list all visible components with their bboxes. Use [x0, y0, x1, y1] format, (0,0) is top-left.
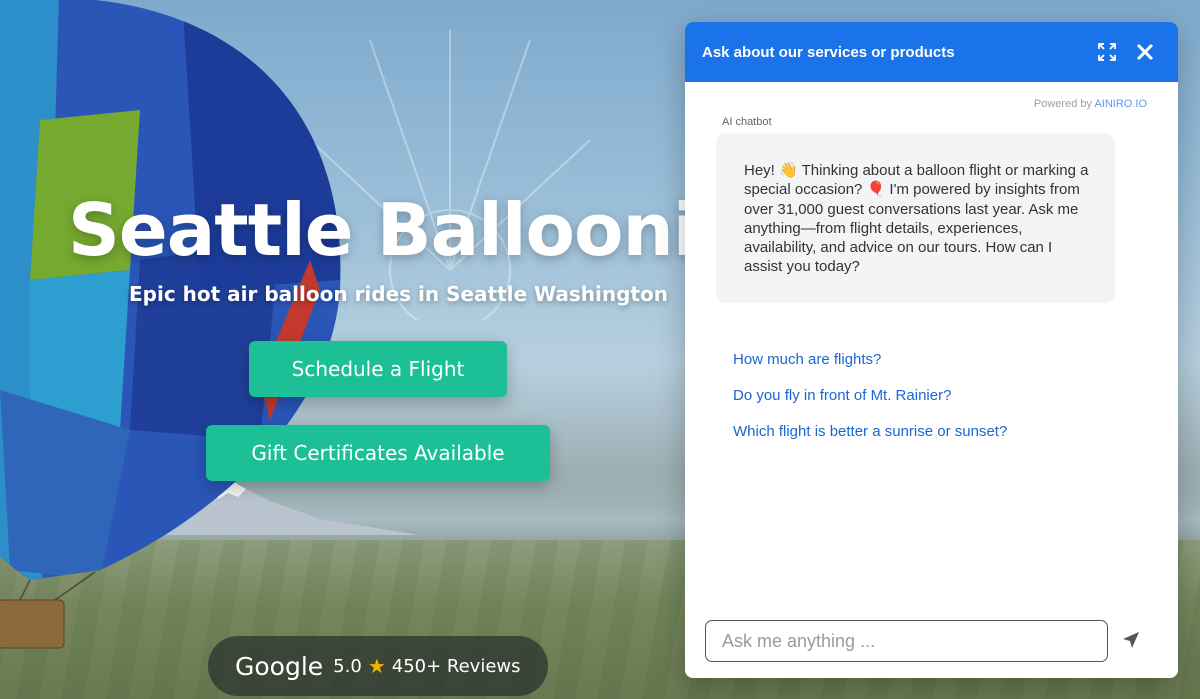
schedule-flight-button[interactable]: Schedule a Flight [249, 341, 507, 397]
google-logo: Google [235, 651, 324, 681]
gift-certificates-button[interactable]: Gift Certificates Available [206, 425, 550, 481]
suggestion-flight-prices[interactable]: How much are flights? [733, 351, 881, 368]
bot-greeting-text: Hey! 👋 Thinking about a balloon flight o… [744, 162, 1089, 276]
bot-message-bubble: Hey! 👋 Thinking about a balloon flight o… [716, 133, 1115, 303]
reviews-count: 450+ Reviews [391, 655, 521, 677]
suggestion-mt-rainier[interactable]: Do you fly in front of Mt. Rainier? [733, 387, 951, 404]
bot-label: AI chatbot [722, 116, 772, 128]
chat-input[interactable] [705, 620, 1108, 662]
suggestion-sunrise-sunset[interactable]: Which flight is better a sunrise or suns… [733, 423, 1007, 440]
expand-icon[interactable] [1092, 37, 1122, 67]
send-icon[interactable] [1121, 630, 1145, 654]
ainiro-link[interactable]: AINIRO.IO [1094, 98, 1147, 110]
google-reviews-badge[interactable]: Google 5.0 ★ 450+ Reviews [208, 636, 548, 696]
close-icon[interactable] [1130, 37, 1160, 67]
hero-subtitle: Epic hot air balloon rides in Seattle Wa… [129, 282, 668, 306]
powered-by: Powered by AINIRO.IO [1034, 98, 1147, 110]
rating-value: 5.0 [333, 655, 362, 677]
powered-prefix: Powered by [1033, 98, 1092, 110]
star-icon: ★ [367, 655, 386, 678]
chat-title: Ask about our services or products [702, 43, 955, 61]
hot-air-balloon-image [0, 0, 341, 649]
chat-widget: Ask about our services or products Power… [685, 22, 1178, 678]
chat-header: Ask about our services or products [685, 22, 1178, 82]
